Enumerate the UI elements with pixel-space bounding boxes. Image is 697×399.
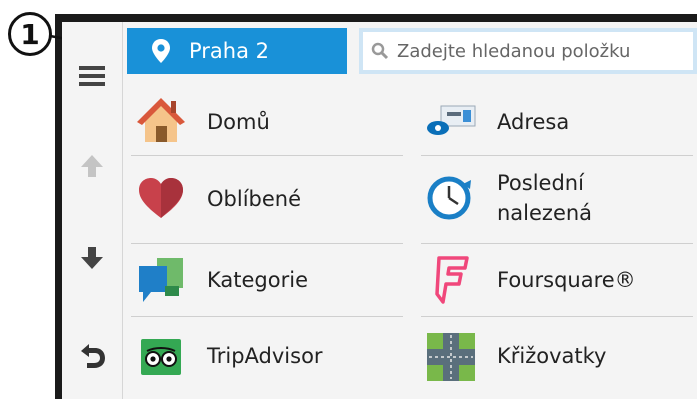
- foursquare-icon: [423, 252, 479, 308]
- category-label: Křižovatky: [497, 344, 607, 368]
- category-label: Oblíbené: [207, 187, 302, 211]
- category-categories[interactable]: Kategorie: [123, 244, 408, 316]
- intersection-icon: [423, 329, 479, 385]
- category-intersections[interactable]: Křižovatky: [413, 317, 697, 397]
- category-recent[interactable]: Poslední nalezená: [413, 156, 697, 242]
- search-field[interactable]: Zadejte hledanou položku: [359, 28, 697, 74]
- arrow-down-icon: [81, 247, 103, 269]
- menu-button[interactable]: [62, 46, 122, 106]
- address-icon: [423, 92, 479, 148]
- search-screen: Praha 2 Zadejte hledanou položku Domů Ad…: [62, 22, 697, 399]
- category-label: Adresa: [497, 110, 570, 134]
- tripadvisor-icon: [133, 329, 189, 385]
- arrow-up-icon: [81, 155, 103, 177]
- search-placeholder: Zadejte hledanou položku: [397, 40, 631, 62]
- search-icon: [371, 42, 389, 60]
- heart-icon: [133, 170, 189, 226]
- sidebar: [62, 22, 123, 399]
- category-label-line2: nalezená: [497, 201, 593, 225]
- category-label: Domů: [207, 110, 270, 134]
- category-foursquare[interactable]: Foursquare®: [413, 244, 697, 316]
- category-address[interactable]: Adresa: [413, 90, 697, 154]
- hamburger-menu-icon: [79, 66, 105, 86]
- clock-icon: [423, 170, 479, 226]
- scroll-down-button[interactable]: [62, 228, 122, 288]
- scroll-up-button[interactable]: [62, 136, 122, 196]
- category-icon: [133, 252, 189, 308]
- category-home[interactable]: Domů: [123, 90, 408, 154]
- back-button[interactable]: [62, 326, 122, 386]
- location-button[interactable]: Praha 2: [127, 28, 347, 74]
- location-label: Praha 2: [189, 39, 270, 63]
- category-grid: Domů Adresa Oblíbené Poslední nalezená K…: [123, 90, 697, 399]
- category-tripadvisor[interactable]: TripAdvisor: [123, 317, 408, 397]
- category-label: Foursquare®: [497, 268, 636, 292]
- category-label: TripAdvisor: [207, 344, 323, 368]
- category-label: Kategorie: [207, 268, 308, 292]
- location-pin-icon: [152, 39, 170, 63]
- callout-badge: 1: [8, 12, 52, 56]
- back-arrow-icon: [81, 344, 105, 368]
- category-favorites[interactable]: Oblíbené: [123, 156, 408, 242]
- search-input[interactable]: Zadejte hledanou položku: [363, 32, 693, 70]
- category-label-line1: Poslední: [497, 171, 584, 195]
- home-icon: [133, 92, 189, 148]
